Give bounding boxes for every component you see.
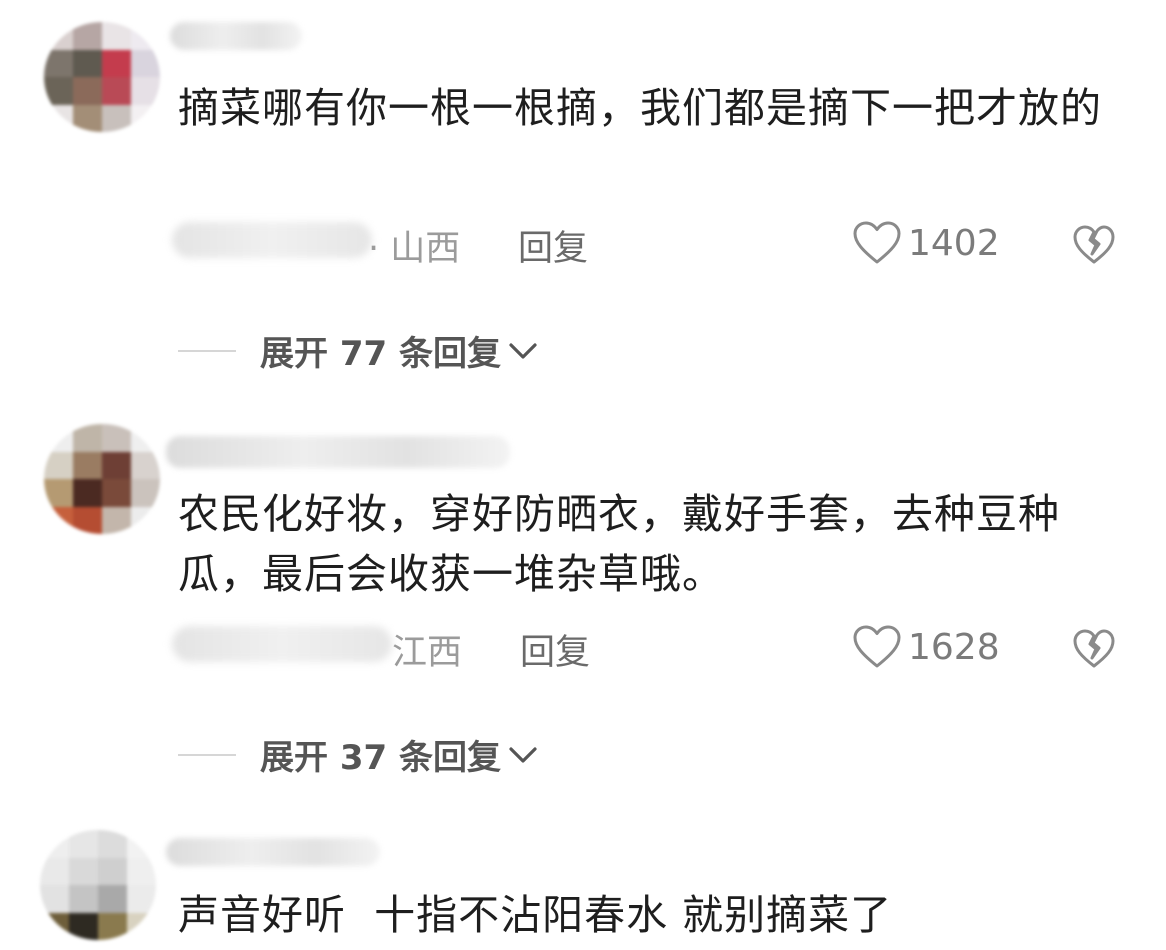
broken-heart-icon[interactable]	[1072, 224, 1116, 266]
like-button[interactable]: 1628	[852, 624, 1000, 670]
like-count: 1628	[908, 626, 1000, 668]
comment-text: 摘菜哪有你一根一根摘，我们都是摘下一把才放的	[178, 84, 1102, 132]
timestamp-redacted	[172, 626, 392, 662]
divider-line	[178, 349, 236, 352]
comment-location: · 山西	[368, 229, 461, 269]
chevron-down-icon	[509, 342, 537, 359]
timestamp-redacted	[172, 222, 372, 258]
like-count: 1402	[908, 222, 1000, 264]
comment-text: 声音好听 十指不沾阳春水 就别摘菜了	[178, 891, 893, 939]
avatar[interactable]	[44, 22, 160, 132]
expand-replies-label: 展开 37 条回复	[260, 738, 501, 778]
username-redacted[interactable]	[166, 838, 380, 866]
comment-text: 农民化好妆，穿好防晒衣，戴好手套，去种豆种瓜，最后会收获一堆杂草哦。	[178, 490, 1060, 598]
broken-heart-icon[interactable]	[1072, 628, 1116, 670]
divider-line	[178, 753, 236, 756]
expand-replies-button[interactable]: 展开 77 条回复	[178, 326, 539, 375]
username-ghost	[368, 428, 518, 458]
username-redacted[interactable]	[170, 22, 302, 50]
expand-replies-label: 展开 77 条回复	[260, 334, 501, 374]
avatar[interactable]	[44, 424, 160, 534]
like-button[interactable]: 1402	[852, 220, 1000, 266]
comment-location: 江西	[392, 633, 463, 673]
heart-outline-icon	[853, 221, 901, 264]
chevron-down-icon	[509, 746, 537, 763]
expand-replies-button[interactable]: 展开 37 条回复	[178, 730, 539, 779]
reply-button[interactable]: 回复	[518, 220, 588, 271]
avatar[interactable]	[40, 830, 156, 940]
heart-outline-icon	[853, 625, 901, 668]
reply-button[interactable]: 回复	[520, 624, 590, 675]
